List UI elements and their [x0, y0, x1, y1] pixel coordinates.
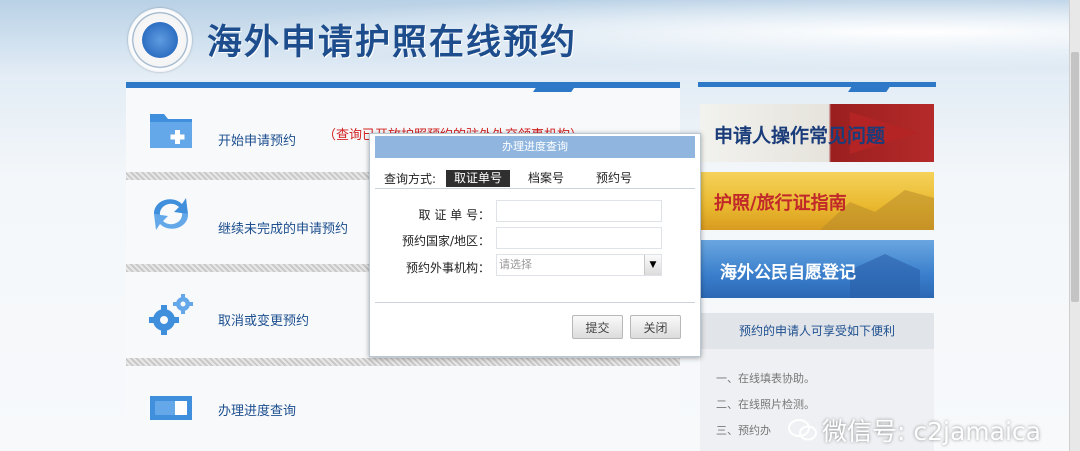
gears-icon	[149, 294, 193, 335]
refresh-arrows-icon	[153, 198, 189, 230]
banner-label: 护照/旅行证指南	[714, 193, 847, 214]
receipt-number-label: 取 证 单 号：	[418, 208, 490, 222]
scrollbar-thumb[interactable]	[1071, 52, 1079, 302]
tab-file-number[interactable]: 档案号	[520, 170, 572, 187]
divider	[126, 358, 680, 366]
banner-label: 申请人操作常见问题	[714, 125, 886, 147]
benefits-title: 预约的申请人可享受如下便利	[700, 313, 934, 349]
country-input[interactable]	[496, 227, 662, 249]
wechat-icon	[788, 419, 817, 441]
vertical-scrollbar[interactable]	[1069, 0, 1080, 451]
agency-label: 预约外事机构：	[405, 261, 490, 275]
panel-top-bar	[126, 82, 680, 88]
menu-item-label: 开始申请预约	[218, 134, 297, 149]
menu-item-label: 继续未完成的申请预约	[218, 222, 349, 237]
progress-window-icon	[150, 396, 192, 420]
menu-item-label: 取消或变更预约	[218, 314, 310, 329]
panel-top-bar	[698, 82, 936, 87]
site-title: 海外申请护照在线预约	[207, 22, 578, 63]
menu-item-label: 办理进度查询	[218, 404, 297, 419]
consular-emblem-icon	[128, 8, 192, 72]
progress-query-dialog: 办理进度查询 查询方式: 取证单号 档案号 预约号 取 证 单 号： 预约国家/…	[369, 133, 701, 357]
panel-top-bar-tab	[848, 82, 893, 92]
wechat-watermark: 微信号: c2jamaica	[822, 417, 1041, 446]
divider	[375, 302, 695, 303]
banner-label: 海外公民自愿登记	[720, 263, 856, 283]
site-header: 海外申请护照在线预约	[0, 0, 1080, 80]
close-button[interactable]: 关闭	[630, 315, 681, 339]
banner-passport-guide[interactable]: 护照/旅行证指南	[700, 172, 934, 230]
benefit-item: 一、在线填表协助。	[716, 372, 815, 385]
tab-receipt-number[interactable]: 取证单号	[446, 170, 511, 187]
receipt-number-input[interactable]	[496, 200, 662, 222]
agency-select-value: 请选择	[499, 258, 532, 271]
menu-item-progress-query[interactable]: 办理进度查询	[126, 366, 680, 448]
agency-select[interactable]: 请选择 ▼	[496, 254, 662, 276]
benefit-item: 二、在线照片检测。	[716, 398, 815, 411]
dropdown-arrow-icon[interactable]: ▼	[644, 255, 661, 275]
benefit-item: 三、预约办	[716, 424, 771, 437]
country-label: 预约国家/地区：	[401, 234, 490, 248]
banner-overseas-registration[interactable]: 海外公民自愿登记	[700, 240, 934, 298]
banner-faq[interactable]: 申请人操作常见问题	[700, 104, 934, 162]
tab-appointment-number[interactable]: 预约号	[588, 170, 640, 187]
folder-add-icon	[150, 114, 192, 148]
submit-button[interactable]: 提交	[572, 315, 623, 339]
dialog-title: 办理进度查询	[375, 136, 695, 158]
divider	[375, 188, 695, 189]
right-panel: 申请人操作常见问题 护照/旅行证指南 海外公民自愿登记 预约的申请人可享受如下便…	[698, 82, 936, 451]
query-method-label: 查询方式:	[384, 172, 437, 186]
